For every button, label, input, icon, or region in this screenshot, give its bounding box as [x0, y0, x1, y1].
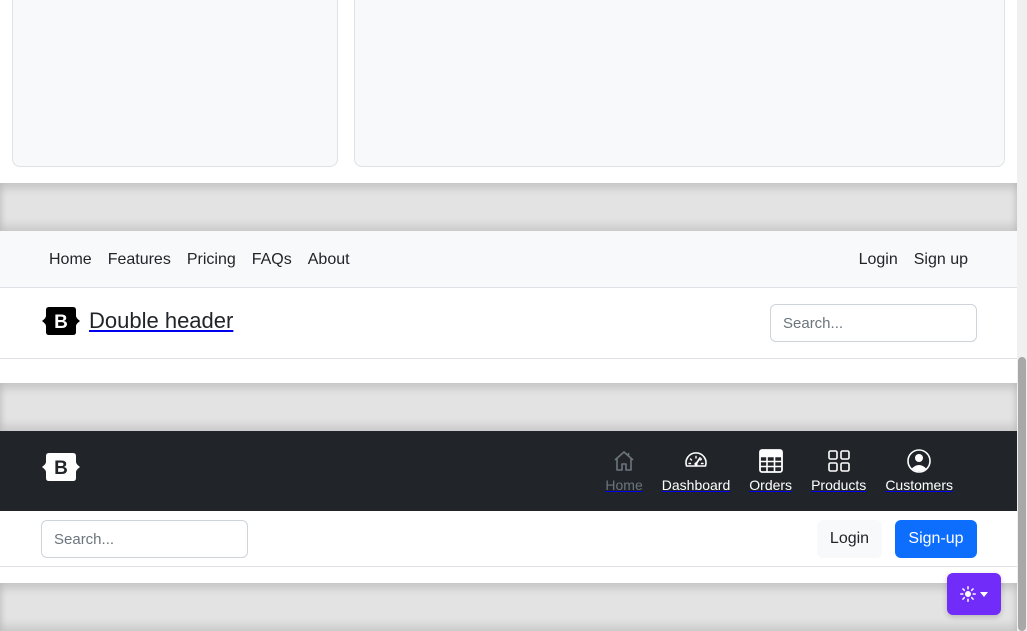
theme-toggle-button[interactable] — [947, 573, 1001, 615]
svg-text:B: B — [54, 312, 68, 333]
table-icon — [758, 449, 783, 473]
bootstrap-logo-link[interactable]: B — [41, 451, 81, 488]
brand-link[interactable]: B Double header — [41, 305, 233, 337]
double-header-section: Home Features Pricing FAQs About Login S… — [0, 231, 1017, 383]
auth-nav: Login Sign up — [851, 231, 976, 288]
nav-item-home[interactable]: Home — [597, 449, 650, 493]
grid-icon — [827, 450, 850, 472]
section-divider — [0, 183, 1017, 231]
nav-item-label: Orders — [749, 477, 793, 493]
top-section — [0, 0, 1017, 183]
search-input[interactable] — [41, 520, 248, 558]
nav-pricing-link[interactable]: Pricing — [179, 251, 244, 269]
scrollbar-thumb[interactable] — [1018, 357, 1026, 631]
nav-item-products[interactable]: Products — [803, 449, 874, 493]
nav-item-label: Dashboard — [661, 477, 731, 493]
primary-nav: Home Features Pricing FAQs About — [41, 231, 358, 288]
nav-item-label: Home — [605, 477, 643, 493]
feature-card-right — [354, 0, 1005, 167]
nav-faqs-link[interactable]: FAQs — [244, 251, 300, 269]
house-icon — [614, 451, 634, 471]
svg-text:B: B — [54, 458, 68, 479]
feature-card-left — [12, 0, 338, 167]
page-scrollbar[interactable] — [1017, 0, 1027, 631]
bootstrap-logo-icon: B — [42, 453, 80, 481]
sub-navbar: Home Features Pricing FAQs About Login S… — [0, 231, 1017, 288]
icon-nav: Home Dashboard Orders Products Customers — [594, 431, 961, 511]
login-bar: Login Sign-up — [0, 511, 1017, 567]
dark-header-section: B Home Dashboard Orders Products Custome… — [0, 431, 1017, 583]
nav-item-orders[interactable]: Orders — [741, 449, 800, 493]
signup-link[interactable]: Sign up — [906, 251, 976, 269]
person-circle-icon — [907, 449, 931, 473]
section-divider — [0, 583, 1017, 631]
nav-about-link[interactable]: About — [300, 251, 358, 269]
nav-features-link[interactable]: Features — [100, 251, 179, 269]
nav-item-label: Products — [811, 477, 867, 493]
bootstrap-logo-icon: B — [42, 307, 80, 335]
search-input[interactable] — [770, 304, 977, 342]
sun-icon — [960, 586, 976, 602]
login-button[interactable]: Login — [817, 520, 882, 558]
brand-bar: B Double header — [0, 288, 1017, 359]
dark-navbar: B Home Dashboard Orders Products Custome… — [0, 431, 1017, 511]
signup-button[interactable]: Sign-up — [895, 520, 977, 558]
chevron-down-icon — [980, 591, 988, 597]
section-divider — [0, 383, 1017, 431]
brand-title: Double header — [89, 308, 234, 333]
speedometer-icon — [685, 452, 707, 467]
nav-item-label: Customers — [885, 477, 953, 493]
nav-home-link[interactable]: Home — [41, 251, 100, 269]
login-link[interactable]: Login — [851, 251, 906, 269]
nav-item-customers[interactable]: Customers — [877, 449, 961, 493]
nav-item-dashboard[interactable]: Dashboard — [654, 449, 739, 493]
